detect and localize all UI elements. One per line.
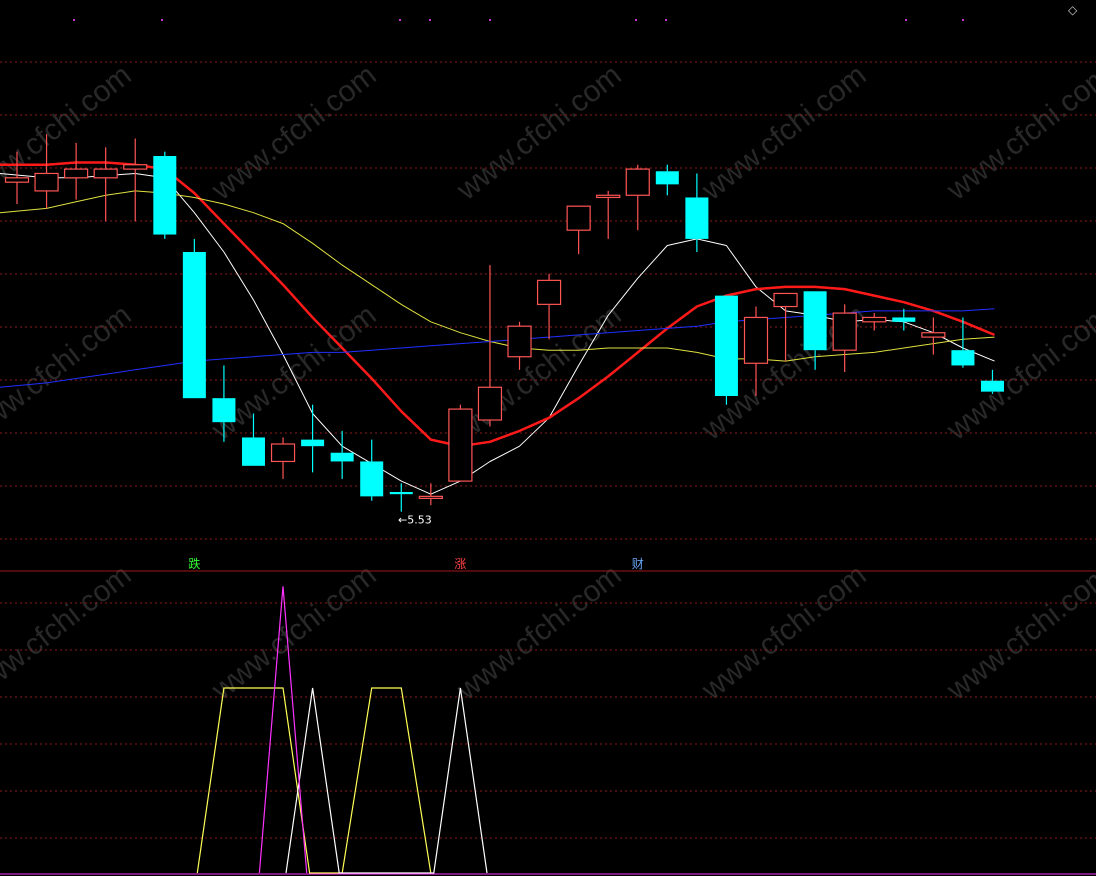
candle-body-up xyxy=(625,168,650,196)
top-marker-dot xyxy=(635,19,637,21)
candle-body-down xyxy=(685,197,709,239)
stock-chart: www.cfchi.com www.cfchi.com www.cfchi.com w… xyxy=(0,0,1096,876)
candle xyxy=(182,238,206,399)
candle-body-up xyxy=(34,172,59,192)
candle xyxy=(448,404,473,482)
candle-body-up xyxy=(4,177,30,183)
candle-body-up xyxy=(921,332,946,338)
candle-body-down xyxy=(655,171,679,185)
candle-body-up xyxy=(123,164,148,170)
top-marker-dot xyxy=(489,19,491,21)
candle-body-down xyxy=(803,291,827,351)
candle-body-down xyxy=(714,295,738,396)
candle-body-up xyxy=(743,316,769,364)
candle-body-down xyxy=(389,492,413,495)
candle-body-down xyxy=(951,350,975,366)
candle-body-up xyxy=(862,316,887,323)
signal-label: 涨 xyxy=(454,556,466,571)
candle-body-down xyxy=(241,437,265,466)
top-marker-dot xyxy=(962,19,964,21)
candle-body-down xyxy=(360,461,384,497)
top-marker-dot xyxy=(161,19,163,21)
low-price-marker: ←5.53 xyxy=(398,514,432,527)
candle-body-up xyxy=(93,168,118,179)
candle-body-up xyxy=(418,495,443,499)
candle-body-up xyxy=(832,312,857,351)
signal-label: 财 xyxy=(632,557,644,571)
candle-body-down xyxy=(182,252,206,399)
candle-body-up xyxy=(448,408,473,482)
candle xyxy=(153,151,177,239)
candle-body-down xyxy=(330,452,354,462)
candle-body-down xyxy=(212,398,236,423)
candle-body-down xyxy=(892,317,916,322)
candle-body-up xyxy=(64,168,89,179)
candle-body-up xyxy=(507,325,532,358)
signal-label: 跌 xyxy=(188,556,200,571)
candle xyxy=(714,295,738,405)
candle-body-up xyxy=(270,443,296,463)
top-marker-dot xyxy=(399,19,401,21)
candle-body-up xyxy=(566,205,591,231)
candle-body-up xyxy=(536,279,562,305)
candle-body-up xyxy=(773,292,798,308)
top-marker-dot xyxy=(665,19,667,21)
candle-body-down xyxy=(153,156,177,235)
candle-body-down xyxy=(301,439,325,447)
candle-body-down xyxy=(980,380,1004,392)
candle-body-up xyxy=(596,194,621,199)
top-marker-dot xyxy=(429,19,431,21)
top-marker-dot xyxy=(73,19,75,21)
settings-diamond-icon[interactable]: ◇ xyxy=(1068,3,1078,17)
top-marker-dot xyxy=(905,19,907,21)
candle-body-up xyxy=(477,386,503,421)
